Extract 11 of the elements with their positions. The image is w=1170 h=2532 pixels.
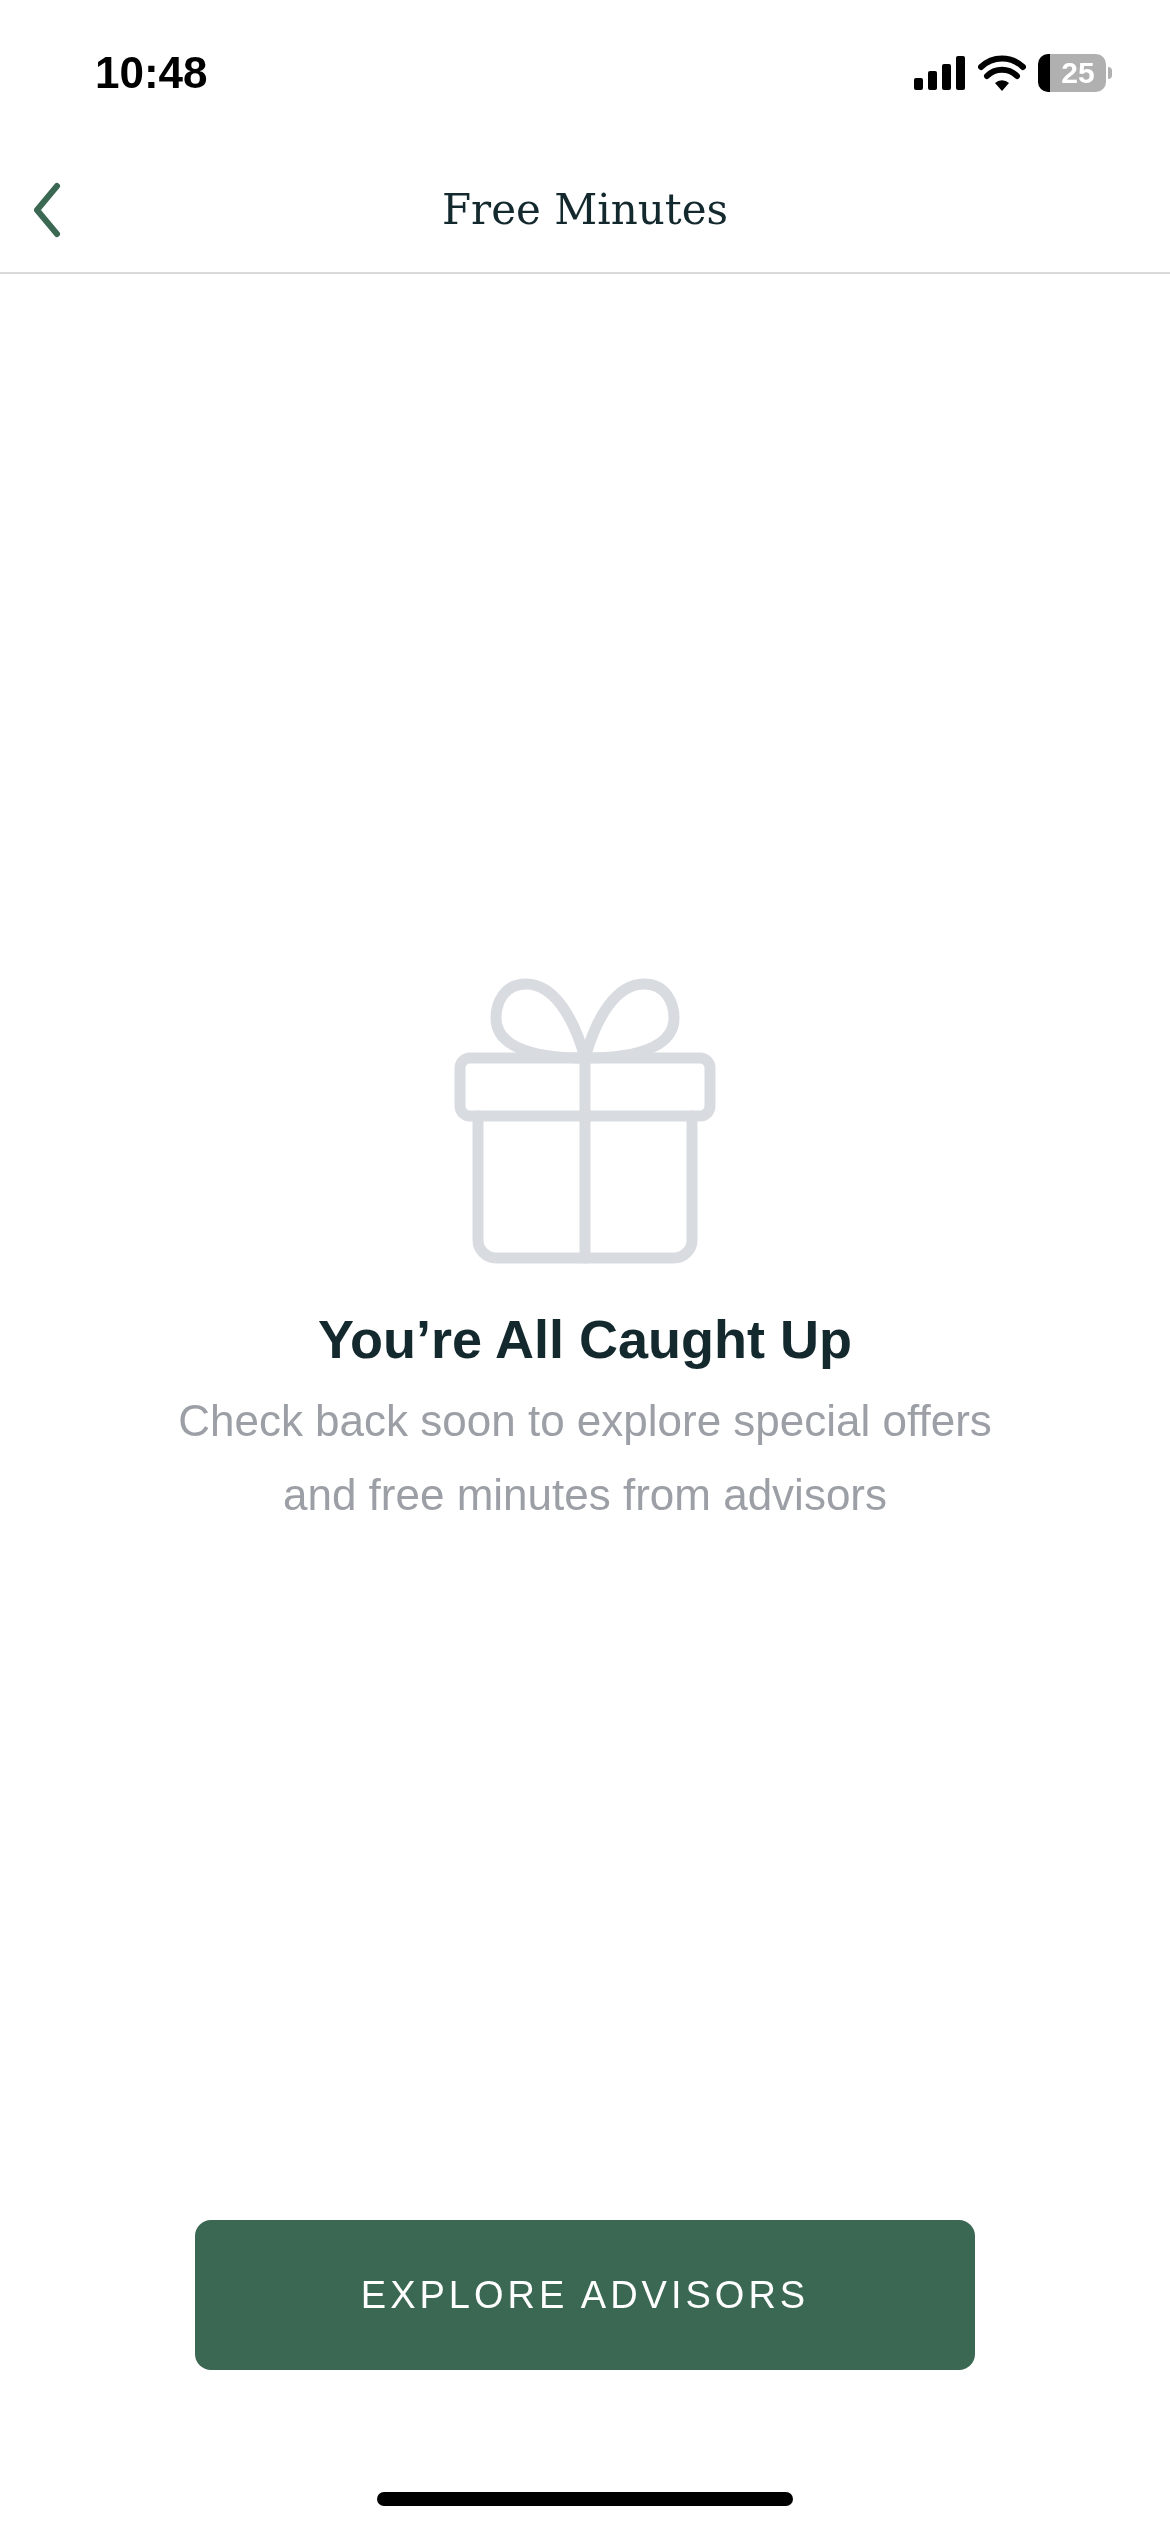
empty-state-message-line: Check back soon to explore special offers bbox=[178, 1394, 992, 1447]
wifi-icon bbox=[978, 55, 1026, 91]
back-icon bbox=[33, 182, 61, 238]
empty-state-message-line: and free minutes from advisors bbox=[282, 1468, 887, 1521]
status-time: 10:48 bbox=[95, 47, 208, 99]
page-title: Free Minutes bbox=[441, 183, 729, 236]
battery-level-text: 25 bbox=[1061, 58, 1095, 88]
gift-icon bbox=[454, 978, 716, 1264]
signal-icon bbox=[914, 56, 966, 90]
explore-advisors-button[interactable]: EXPLORE ADVISORS bbox=[195, 2220, 975, 2370]
empty-state-title: You’re All Caught Up bbox=[318, 1308, 852, 1371]
